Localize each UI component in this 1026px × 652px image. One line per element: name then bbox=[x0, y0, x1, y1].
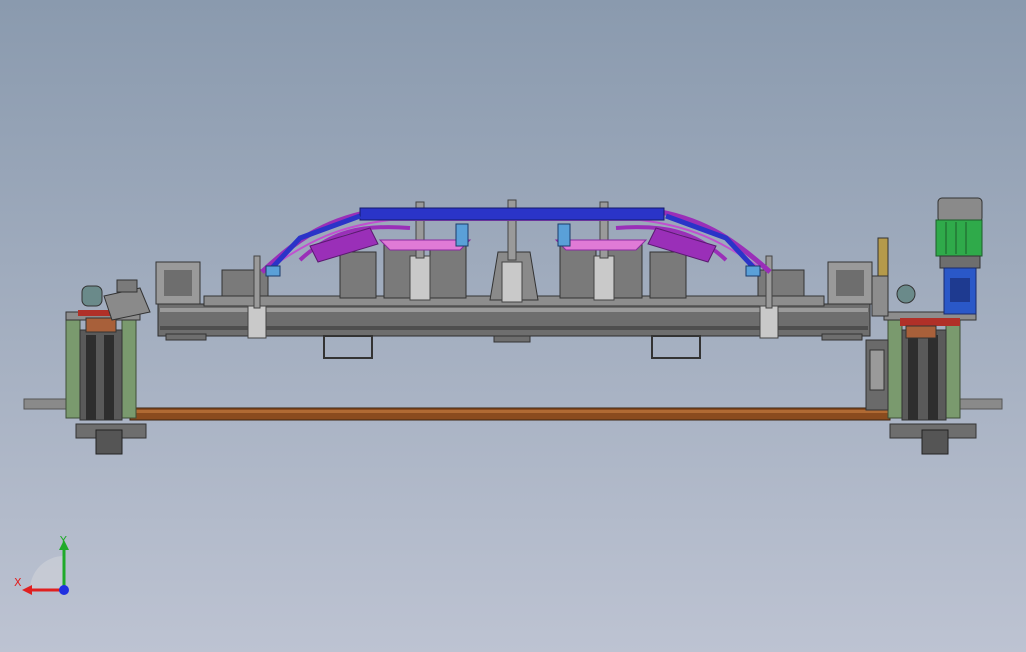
z-axis-dot bbox=[59, 585, 69, 595]
coordinate-triad: Y X bbox=[14, 534, 69, 595]
gear-motor bbox=[935, 197, 983, 315]
model-viewport[interactable]: Y X bbox=[0, 0, 1026, 652]
y-axis-label: Y bbox=[59, 534, 67, 547]
left-support-stand bbox=[65, 279, 151, 455]
bottom-rail bbox=[23, 398, 1003, 421]
x-axis-label: X bbox=[14, 576, 22, 589]
